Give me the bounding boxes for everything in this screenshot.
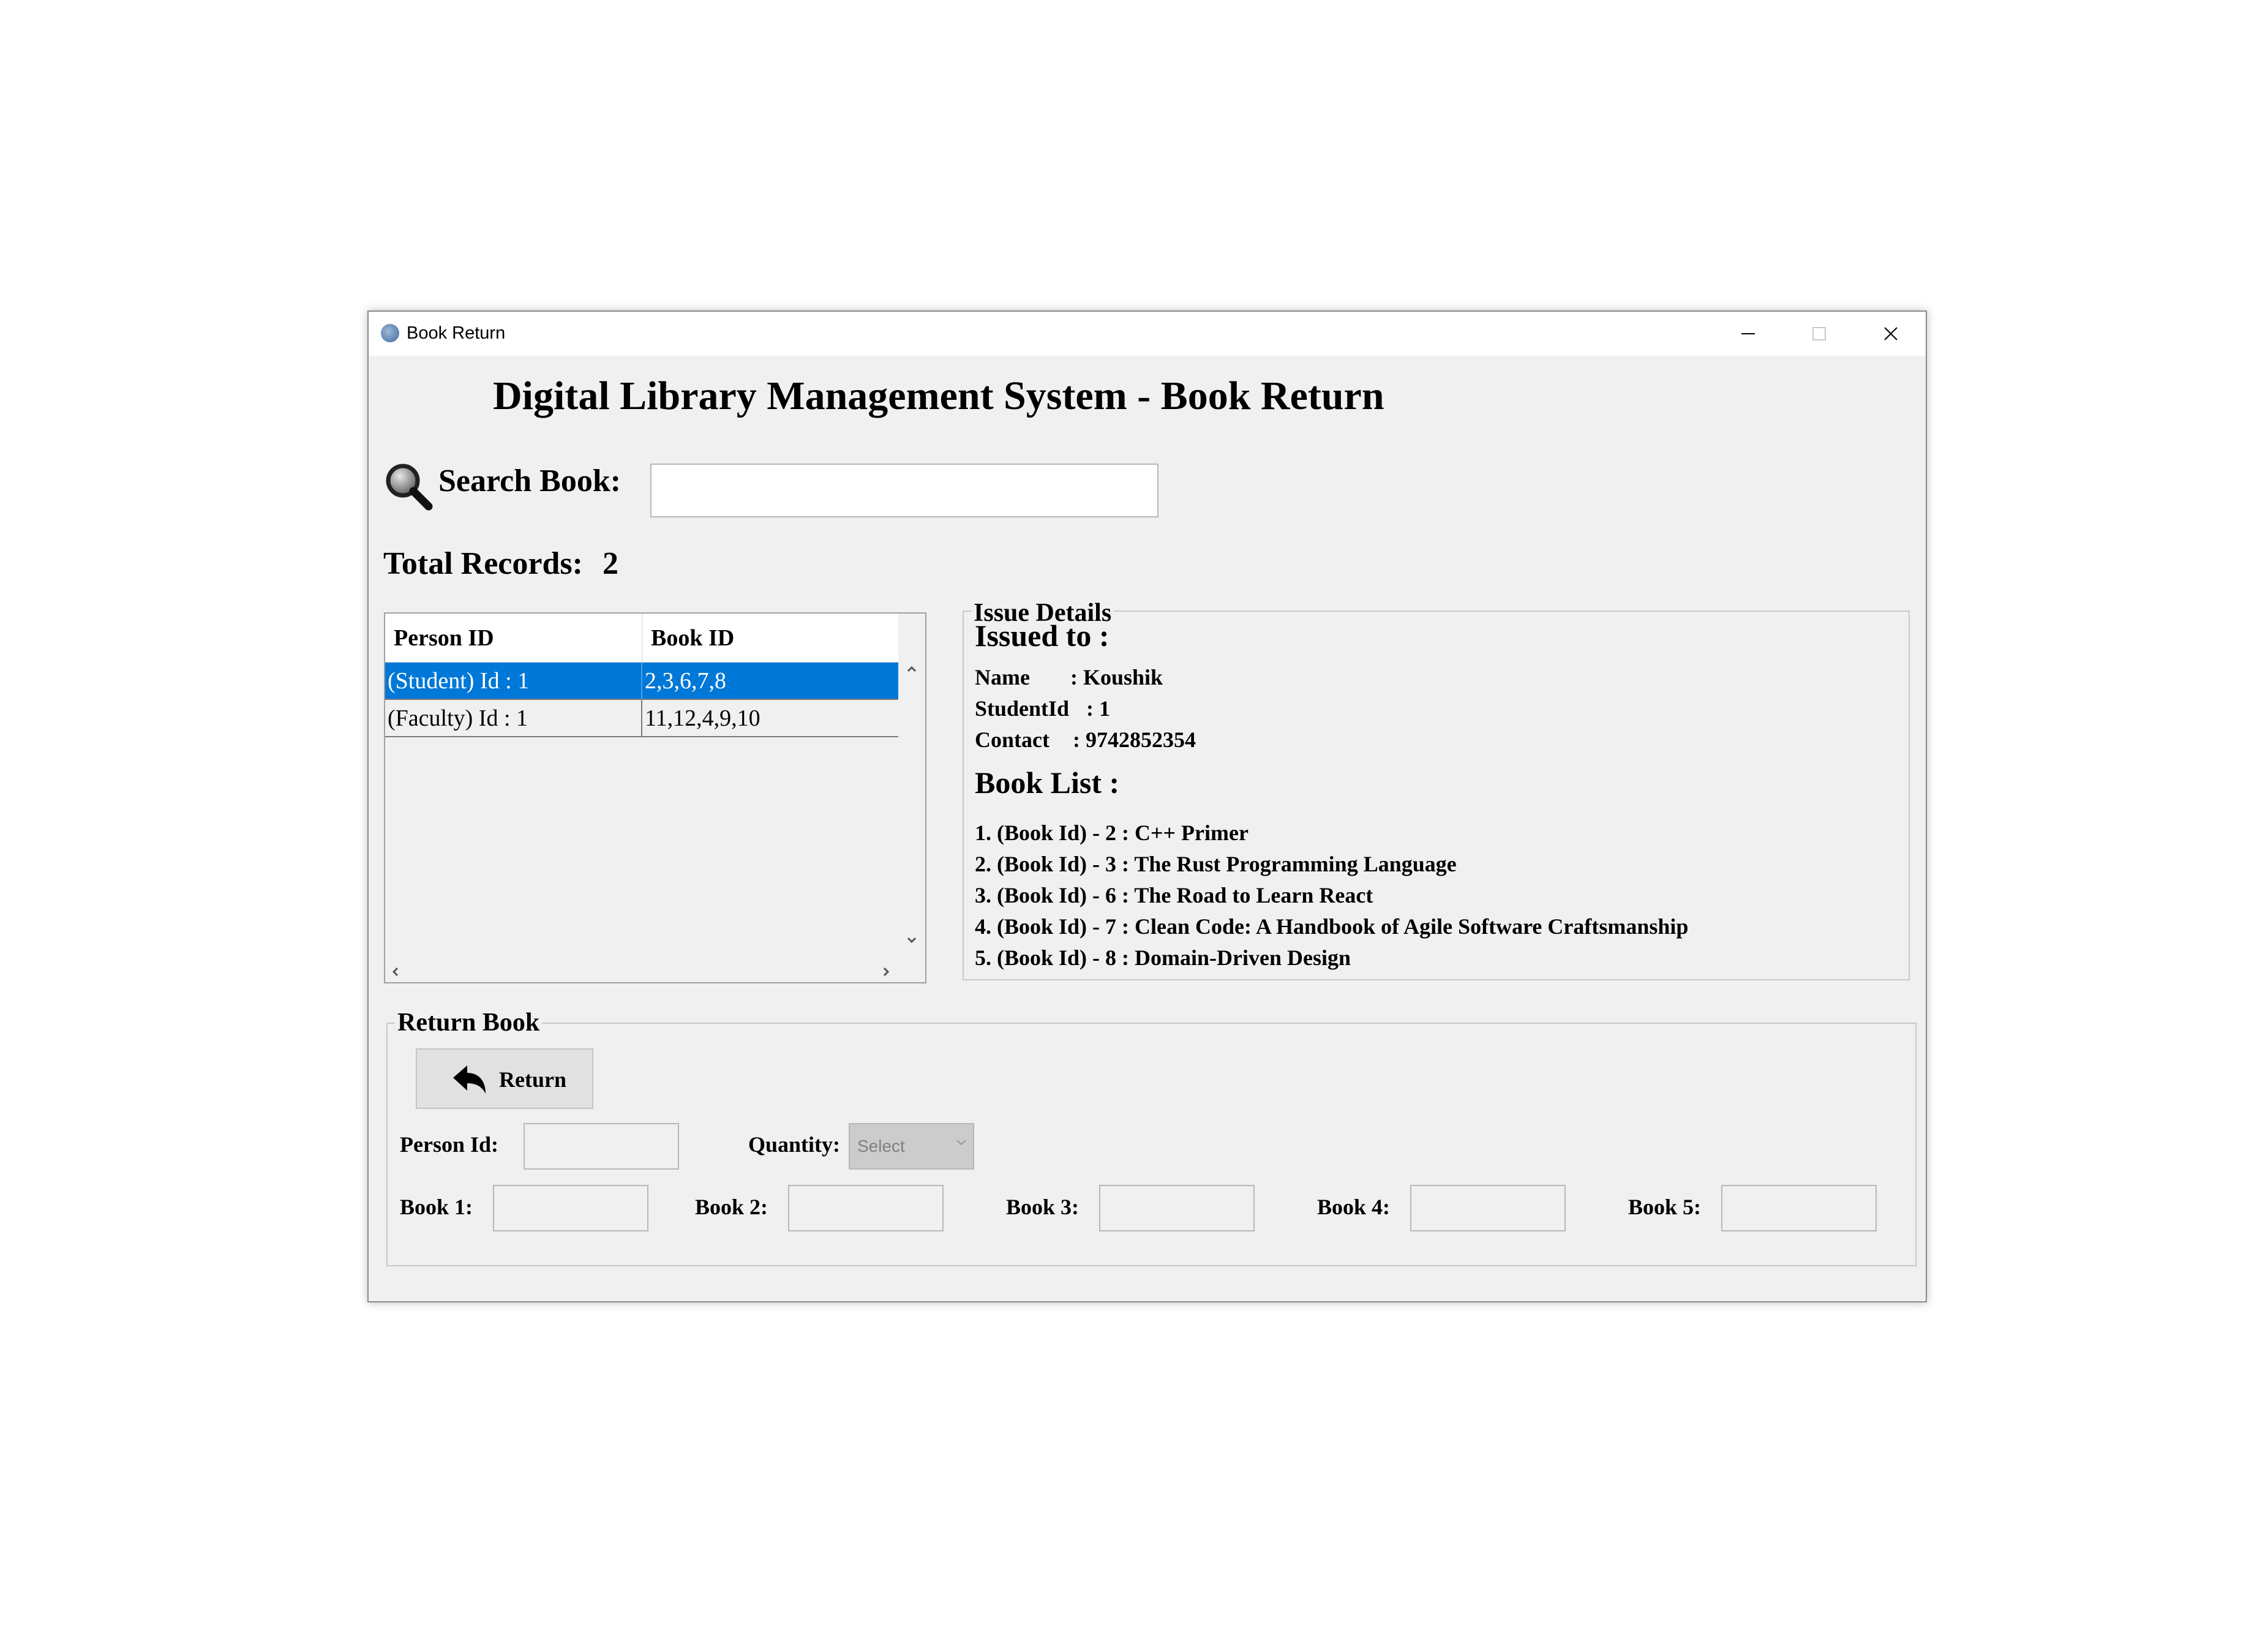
quantity-select[interactable]: Select <box>849 1123 974 1170</box>
search-input[interactable] <box>650 464 1158 517</box>
book-5-label: Book 5: <box>1628 1195 1702 1219</box>
book-list-item: 1. (Book Id) - 2 : C++ Primer <box>975 821 1249 845</box>
book-1-field[interactable] <box>493 1185 648 1231</box>
book-2-label: Book 2: <box>695 1195 768 1219</box>
cell-book-ids: 11,12,4,9,10 <box>645 705 760 731</box>
cell-person-id: (Faculty) Id : 1 <box>388 705 528 731</box>
search-icon <box>386 464 433 511</box>
table-header: Person ID Book ID <box>385 614 898 663</box>
chevron-left-icon <box>392 967 399 977</box>
book-5-field[interactable] <box>1721 1185 1877 1231</box>
book-2-field[interactable] <box>788 1185 944 1231</box>
chevron-down-icon <box>907 937 917 944</box>
chevron-down-icon <box>956 1140 966 1146</box>
return-button-label: Return <box>499 1067 566 1092</box>
column-header-person-id[interactable]: Person ID <box>394 625 494 652</box>
cell-person-id: (Student) Id : 1 <box>388 668 530 694</box>
app-icon <box>381 324 399 342</box>
horizontal-scrollbar[interactable] <box>385 961 899 982</box>
total-records-count: 2 <box>603 546 618 581</box>
book-3-label: Book 3: <box>1006 1195 1080 1219</box>
maximize-icon <box>1812 327 1826 340</box>
minimize-button[interactable] <box>1713 312 1784 356</box>
maximize-button[interactable] <box>1784 312 1855 356</box>
book-list-item: 2. (Book Id) - 3 : The Rust Programming … <box>975 852 1457 876</box>
column-header-book-id[interactable]: Book ID <box>651 625 734 652</box>
chevron-right-icon <box>883 967 890 977</box>
quantity-select-value: Select <box>857 1137 905 1155</box>
issue-details-group: Issue Details Issued to : Name: Koushik … <box>963 598 1910 980</box>
cell-book-ids: 2,3,6,7,8 <box>645 668 726 694</box>
book-list-heading: Book List : <box>975 765 1120 800</box>
book-list-item: 3. (Book Id) - 6 : The Road to Learn Rea… <box>975 883 1373 907</box>
book-1-label: Book 1: <box>400 1195 473 1219</box>
chevron-up-icon <box>907 666 917 672</box>
book-list-item: 5. (Book Id) - 8 : Domain-Driven Design <box>975 945 1351 970</box>
title-bar[interactable]: Book Return <box>369 312 1926 356</box>
person-id-label: Person Id: <box>400 1132 498 1157</box>
book-return-window: Book Return Digital Library Management S… <box>367 310 1927 1302</box>
table-row[interactable]: (Faculty) Id : 1 11,12,4,9,10 <box>385 700 898 737</box>
close-button[interactable] <box>1855 312 1926 356</box>
close-icon <box>1884 327 1898 340</box>
return-book-legend: Return Book <box>395 1008 543 1037</box>
issued-student-id: StudentId: 1 <box>975 696 1110 721</box>
records-table: Person ID Book ID (Student) Id : 1 2,3,6… <box>384 612 926 983</box>
person-id-field[interactable] <box>524 1123 679 1170</box>
minimize-icon <box>1741 333 1755 334</box>
vertical-scrollbar[interactable] <box>898 663 925 963</box>
table-row[interactable]: (Student) Id : 1 2,3,6,7,8 <box>385 663 898 700</box>
issued-to-heading: Issued to : <box>975 618 1110 653</box>
total-records-label: Total Records: <box>383 546 583 581</box>
return-book-group: Return Book Return Person Id: Quantity: … <box>386 1008 1917 1266</box>
book-3-field[interactable] <box>1099 1185 1255 1231</box>
search-label: Search Book: <box>438 464 621 498</box>
page-title: Digital Library Management System - Book… <box>493 374 1384 418</box>
return-button[interactable]: Return <box>416 1048 593 1109</box>
book-4-label: Book 4: <box>1317 1195 1391 1219</box>
reply-arrow-icon <box>453 1065 486 1094</box>
issued-contact: Contact: 9742852354 <box>975 727 1196 752</box>
book-list-item: 4. (Book Id) - 7 : Clean Code: A Handboo… <box>975 914 1689 939</box>
issued-name: Name: Koushik <box>975 665 1163 690</box>
book-4-field[interactable] <box>1410 1185 1566 1231</box>
quantity-label: Quantity: <box>748 1132 841 1157</box>
window-title: Book Return <box>407 323 506 343</box>
